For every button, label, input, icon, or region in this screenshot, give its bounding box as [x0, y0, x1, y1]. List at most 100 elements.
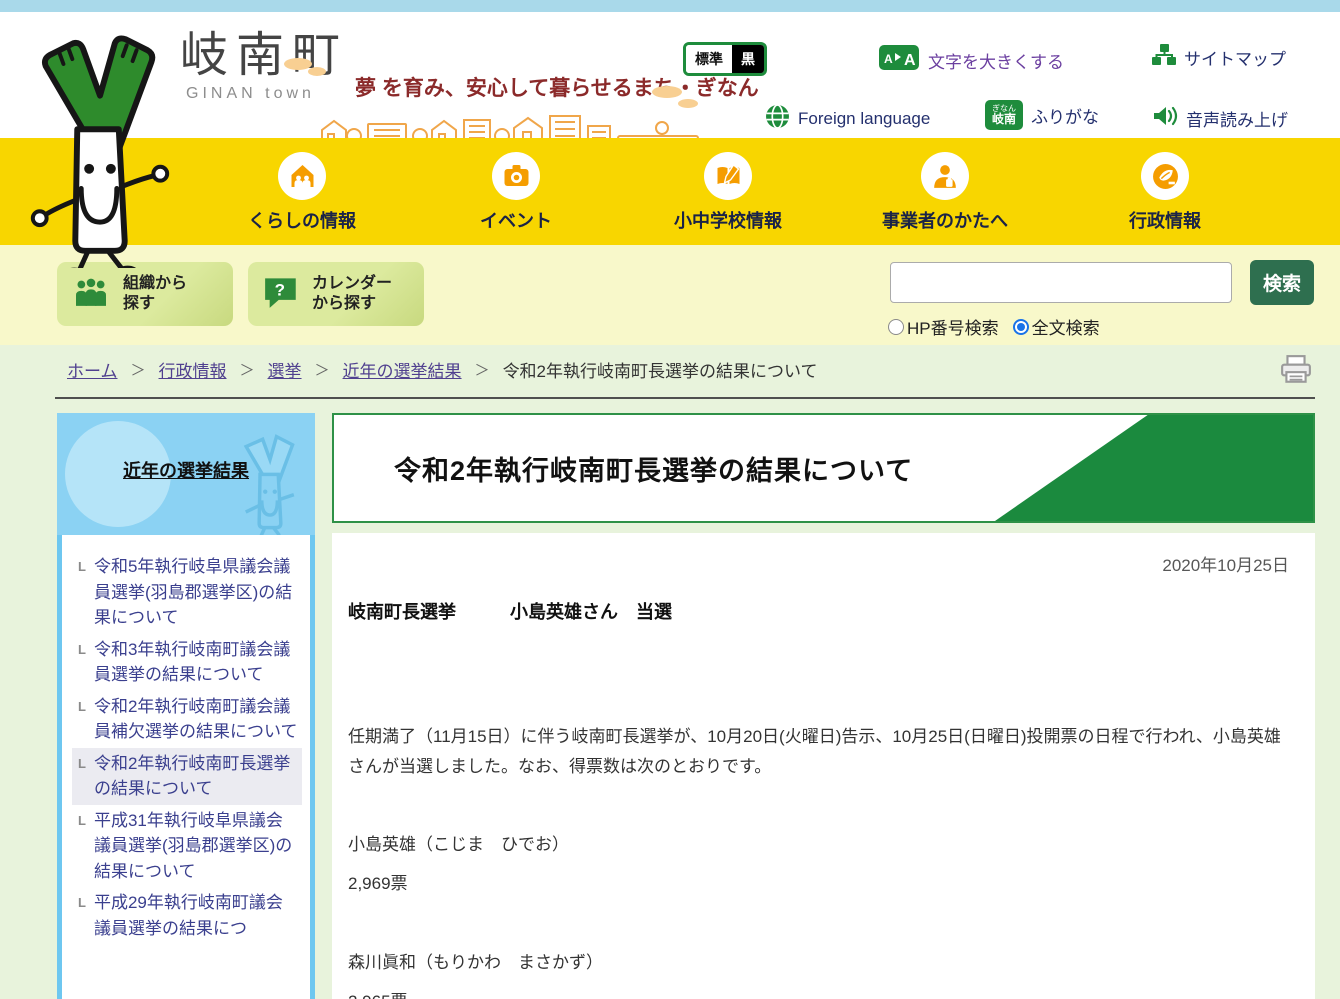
- foreign-language-control[interactable]: Foreign language: [765, 104, 930, 134]
- nav-item-living-info[interactable]: くらしの情報: [207, 152, 397, 233]
- book-pencil-icon: [704, 152, 752, 200]
- breadcrumb-separator: ＞: [131, 359, 146, 380]
- voice-reading-link[interactable]: 音声読み上げ: [1186, 106, 1288, 131]
- nav-label: 事業者のかたへ: [850, 207, 1040, 233]
- question-bubble-icon: ?: [262, 275, 300, 314]
- article-body: 2020年10月25日 岐南町長選挙 小島英雄さん 当選 任期満了（11月15日…: [332, 533, 1315, 999]
- cloud-decoration: [308, 67, 326, 76]
- cloud-decoration: [284, 58, 312, 70]
- page-body: ホーム ＞ 行政情報 ＞ 選挙 ＞ 近年の選挙結果 ＞ 令和2年執行岐南町長選挙…: [0, 345, 1340, 999]
- breadcrumb-separator: ＞: [475, 359, 490, 380]
- globe-icon: [765, 104, 790, 134]
- list-bullet: L: [78, 895, 86, 941]
- candidate-name: 森川眞和（もりかわ まさかず）: [348, 948, 1289, 973]
- site-name-en: GINAN town: [180, 85, 348, 103]
- sitemap-icon: [1152, 44, 1176, 71]
- sidebar: 近年の選挙結果 L 令和5年執行岐阜県議会議員選挙(羽島郡選挙区)の結果について…: [57, 413, 315, 999]
- radio-label: HP番号検索: [907, 314, 999, 339]
- site-header: 岐南町 GINAN town 夢 を育み、安心して暮らせるまち・ぎなん 標準 黒: [0, 12, 1340, 138]
- svg-text:?: ?: [275, 280, 285, 299]
- candidate-votes: 2,969票: [348, 869, 1289, 894]
- house-people-icon: [278, 152, 326, 200]
- top-accent-strip: [0, 0, 1340, 12]
- sitemap-link[interactable]: サイトマップ: [1184, 45, 1286, 70]
- badge-kanji: 岐南: [992, 113, 1016, 125]
- sidebar-item-current[interactable]: L 令和2年執行岐南町長選挙の結果について: [72, 748, 302, 805]
- mascot-watermark: [231, 431, 309, 535]
- nav-label: 小中学校情報: [633, 207, 823, 233]
- foreign-language-link[interactable]: Foreign language: [798, 109, 930, 129]
- find-by-calendar-button[interactable]: ? カレンダー から探す: [248, 262, 424, 326]
- speaker-icon: [1152, 104, 1178, 133]
- contrast-black-button[interactable]: 黒: [732, 45, 764, 73]
- radio-circle-selected[interactable]: [1013, 319, 1029, 335]
- voice-reading-control[interactable]: 音声読み上げ: [1152, 104, 1288, 133]
- sidebar-title-link[interactable]: 近年の選挙結果: [57, 457, 315, 483]
- leek-mascot-logo: [16, 30, 184, 273]
- nav-item-administration[interactable]: 行政情報: [1070, 152, 1260, 233]
- furigana-link[interactable]: ふりがな: [1031, 103, 1099, 128]
- sidebar-header: 近年の選挙結果: [57, 413, 315, 535]
- nav-item-business[interactable]: 事業者のかたへ: [850, 152, 1040, 233]
- nav-label: 行政情報: [1070, 207, 1260, 233]
- site-tagline: 夢 を育み、安心して暮らせるまち・ぎなん: [355, 72, 759, 102]
- breadcrumb: ホーム ＞ 行政情報 ＞ 選挙 ＞ 近年の選挙結果 ＞ 令和2年執行岐南町長選挙…: [67, 357, 818, 382]
- contrast-standard-button[interactable]: 標準: [686, 45, 732, 73]
- text-size-link[interactable]: 文字を大きくする: [928, 48, 1064, 73]
- nav-label: イベント: [421, 207, 611, 233]
- title-green-decoration: [995, 415, 1313, 521]
- sitemap-control[interactable]: サイトマップ: [1152, 44, 1286, 71]
- sidebar-item[interactable]: L 平成29年執行岐南町議会議員選挙の結果につ: [72, 887, 302, 944]
- breadcrumb-separator: ＞: [240, 359, 255, 380]
- cloud-decoration: [678, 99, 698, 108]
- sidebar-item-label: 平成29年執行岐南町議会議員選挙の結果につ: [94, 890, 298, 941]
- radio-hp-number-search[interactable]: HP番号検索: [888, 314, 999, 339]
- sidebar-item-label: 令和3年執行岐南町議会議員選挙の結果について: [94, 637, 298, 688]
- sidebar-item[interactable]: L 令和5年執行岐阜県議会議員選挙(羽島郡選挙区)の結果について: [72, 551, 302, 634]
- radio-fulltext-search[interactable]: 全文検索: [1013, 314, 1100, 339]
- camera-icon: [492, 152, 540, 200]
- search-mode-radios: HP番号検索 全文検索: [888, 314, 1100, 339]
- list-bullet: L: [78, 756, 86, 802]
- sidebar-item[interactable]: L 令和3年執行岐南町議会議員選挙の結果について: [72, 634, 302, 691]
- contrast-toggle[interactable]: 標準 黒: [683, 42, 767, 76]
- finder-label-line: 組織から: [123, 275, 187, 292]
- search-band: 組織から 探す ? カレンダー から探す 検索 HP番号検索 全文検索: [0, 245, 1340, 345]
- sidebar-list: L 令和5年執行岐阜県議会議員選挙(羽島郡選挙区)の結果について L 令和3年執…: [57, 535, 315, 999]
- list-bullet: L: [78, 642, 86, 688]
- furigana-control[interactable]: ぎなん 岐南 ふりがな: [985, 100, 1099, 130]
- nav-label: くらしの情報: [207, 207, 397, 233]
- breadcrumb-election[interactable]: 選挙: [268, 357, 302, 382]
- article-paragraph: 任期満了（11月15日）に伴う岐南町長選挙が、10月20日(火曜日)告示、10月…: [348, 722, 1288, 782]
- nav-item-events[interactable]: イベント: [421, 152, 611, 233]
- search-input[interactable]: [890, 262, 1232, 303]
- breadcrumb-divider: [55, 397, 1315, 399]
- ginan-badge-icon: ぎなん 岐南: [985, 100, 1023, 130]
- text-size-control[interactable]: A A 文字を大きくする: [878, 44, 1064, 76]
- sidebar-item[interactable]: L 平成31年執行岐阜県議会議員選挙(羽島郡選挙区)の結果について: [72, 805, 302, 888]
- sidebar-item[interactable]: L 令和2年執行岐南町議会議員補欠選挙の結果について: [72, 691, 302, 748]
- breadcrumb-home[interactable]: ホーム: [67, 357, 118, 382]
- print-icon[interactable]: [1280, 355, 1312, 390]
- list-bullet: L: [78, 699, 86, 745]
- breadcrumb-administration[interactable]: 行政情報: [159, 357, 227, 382]
- list-bullet: L: [78, 559, 86, 631]
- article-headline: 岐南町長選挙 小島英雄さん 当選: [348, 598, 1289, 624]
- breadcrumb-separator: ＞: [315, 359, 330, 380]
- sidebar-item-label: 令和2年執行岐南町長選挙の結果について: [94, 751, 298, 802]
- site-title[interactable]: 岐南町 GINAN town: [180, 30, 348, 103]
- cloud-decoration: [652, 86, 682, 98]
- article-date: 2020年10月25日: [348, 551, 1289, 576]
- svg-text:A: A: [884, 52, 893, 66]
- finder-label-line: から探す: [312, 295, 376, 312]
- breadcrumb-recent-results[interactable]: 近年の選挙結果: [343, 357, 462, 382]
- search-button[interactable]: 検索: [1250, 260, 1314, 305]
- radio-circle-unselected[interactable]: [888, 319, 904, 335]
- main-navigation: くらしの情報 イベント 小中学校情報 事業者のかたへ 行政: [0, 138, 1340, 245]
- finder-label-line: 探す: [123, 295, 155, 312]
- people-icon: [71, 277, 111, 312]
- nav-item-schools[interactable]: 小中学校情報: [633, 152, 823, 233]
- radio-label: 全文検索: [1032, 314, 1100, 339]
- svg-text:A: A: [904, 52, 916, 69]
- finder-label-line: カレンダー: [312, 275, 392, 292]
